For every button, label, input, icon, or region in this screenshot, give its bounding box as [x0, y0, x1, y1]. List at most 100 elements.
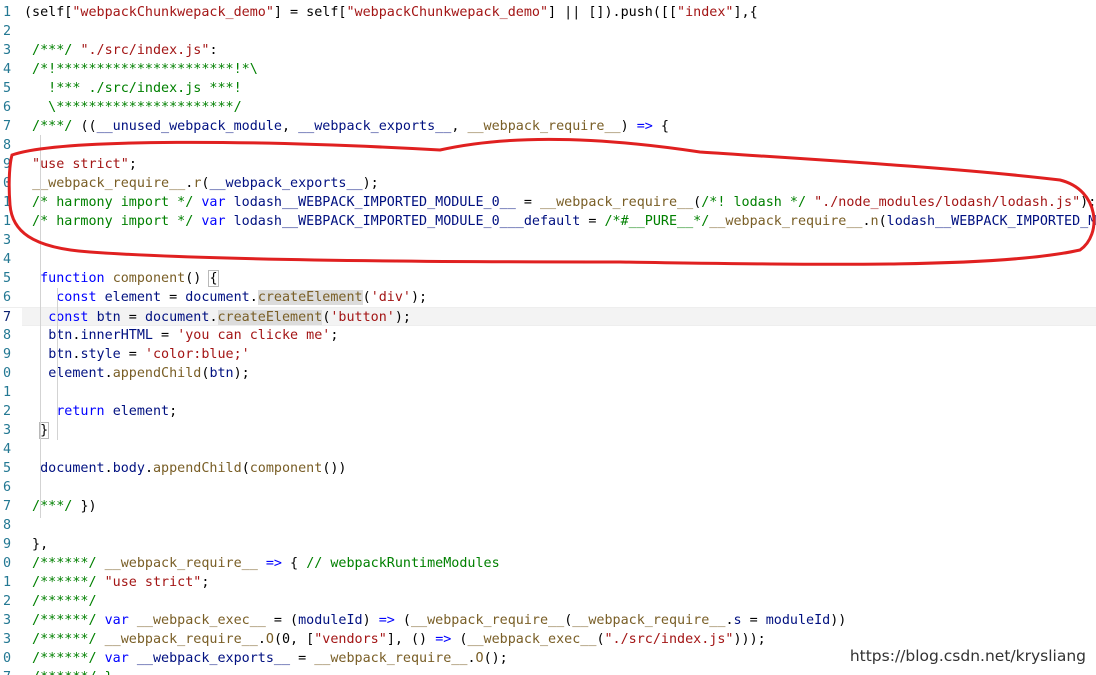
line-number: 6	[0, 288, 22, 307]
code-line[interactable]: 4	[0, 250, 1096, 269]
line-number: 7	[0, 308, 22, 327]
code-token: =>	[265, 556, 282, 571]
line-number: 2	[0, 592, 22, 611]
code-text: __webpack_require__.r(__webpack_exports_…	[24, 174, 379, 193]
code-token: .	[862, 214, 871, 229]
line-number: 5	[0, 79, 22, 98]
code-token: s	[733, 613, 742, 628]
line-number: 4	[0, 250, 22, 269]
code-line[interactable]: 0 __webpack_require__.r(__webpack_export…	[0, 174, 1096, 193]
line-number: 7	[0, 117, 22, 136]
code-token: )	[362, 613, 379, 628]
code-token: (	[362, 290, 371, 305]
code-line[interactable]: 5 document.body.appendChild(component())	[0, 459, 1096, 478]
code-token: var	[201, 195, 226, 210]
code-text: /* harmony import */ var lodash__WEBPACK…	[24, 212, 1096, 231]
code-line[interactable]: 7 /******/ }	[0, 668, 1096, 675]
code-token: 'button'	[330, 310, 395, 325]
code-text: /***/ ((__unused_webpack_module, __webpa…	[24, 117, 669, 136]
code-line[interactable]: 3 }	[0, 421, 1096, 440]
code-line[interactable]: 6	[0, 478, 1096, 497]
code-line[interactable]: 0 element.appendChild(btn);	[0, 364, 1096, 383]
code-token: .	[104, 366, 113, 381]
code-text: /******/ var __webpack_exec__ = (moduleI…	[24, 611, 846, 630]
code-line[interactable]: 4	[0, 440, 1096, 459]
code-line[interactable]: 1 /******/ "use strict";	[0, 573, 1096, 592]
code-token: (	[596, 632, 605, 647]
code-line[interactable]: 7 /***/ })	[0, 497, 1096, 516]
code-token: __webpack_require__	[411, 613, 565, 628]
line-number: 3	[0, 421, 22, 440]
code-text: /******/ "use strict";	[24, 573, 209, 592]
code-token: btn	[96, 310, 121, 325]
code-line[interactable]: 7 /***/ ((__unused_webpack_module, __web…	[0, 117, 1096, 136]
code-line[interactable]: 3 /******/ var __webpack_exec__ = (modul…	[0, 611, 1096, 630]
code-token: "./node_modules/lodash/lodash.js"	[814, 195, 1081, 210]
code-line[interactable]: 2	[0, 22, 1096, 41]
code-token: )	[620, 119, 637, 134]
line-number: 2	[0, 402, 22, 421]
code-line[interactable]: 9 btn.style = 'color:blue;'	[0, 345, 1096, 364]
line-number: 3	[0, 41, 22, 60]
code-line[interactable]: 9 },	[0, 535, 1096, 554]
code-line[interactable]: 2 return element;	[0, 402, 1096, 421]
code-line[interactable]: 3 /***/ "./src/index.js":	[0, 41, 1096, 60]
code-token: "vendors"	[314, 632, 387, 647]
code-text: const element = document.createElement('…	[24, 288, 427, 307]
line-number: 3	[0, 231, 22, 250]
code-line[interactable]: 7 const btn = document.createElement('bu…	[0, 307, 1096, 327]
code-token: element	[112, 404, 170, 419]
code-line[interactable]: 1 /* harmony import */ var lodash__WEBPA…	[0, 212, 1096, 231]
code-token: =	[120, 310, 145, 325]
code-token: "./src/index.js"	[80, 43, 210, 58]
code-line[interactable]: 8	[0, 136, 1096, 155]
code-token: style	[80, 347, 121, 362]
code-token: var	[201, 214, 226, 229]
code-line[interactable]: 2 /******/	[0, 592, 1096, 611]
code-text: !*** ./src/index.js ***!	[24, 79, 242, 98]
code-token: __webpack_exec__	[136, 613, 266, 628]
code-line[interactable]: 6 const element = document.createElement…	[0, 288, 1096, 307]
line-number: 6	[0, 478, 22, 497]
code-token: __webpack_require__	[32, 176, 186, 191]
code-token: })	[80, 499, 97, 514]
code-text: /******/ __webpack_require__ => { // web…	[24, 554, 500, 573]
code-token: createElement	[217, 310, 323, 325]
code-text: document.body.appendChild(component())	[24, 459, 346, 478]
code-line[interactable]: 1 (self["webpackChunkwepack_demo"] = self…	[0, 3, 1096, 22]
code-line[interactable]: 5 !*** ./src/index.js ***!	[0, 79, 1096, 98]
code-line[interactable]: 1	[0, 383, 1096, 402]
code-token: .	[104, 461, 113, 476]
code-line[interactable]: 8	[0, 516, 1096, 535]
code-line[interactable]: 6 \**********************/	[0, 98, 1096, 117]
code-token: O	[475, 651, 484, 666]
code-line[interactable]: 4 /*!**********************!*\	[0, 60, 1096, 79]
code-token: }	[39, 422, 50, 439]
code-line[interactable]: 9 "use strict";	[0, 155, 1096, 174]
code-token: (	[394, 613, 411, 628]
code-token: "webpackChunkwepack_demo"	[346, 5, 549, 20]
line-number: 1	[0, 212, 22, 231]
code-token: /***/	[24, 43, 81, 58]
code-token: 'you can clicke me'	[177, 328, 331, 343]
code-line[interactable]: 8 btn.innerHTML = 'you can clicke me';	[0, 326, 1096, 345]
code-token: body	[112, 461, 145, 476]
code-token: const	[56, 290, 97, 305]
code-token: /******/	[24, 613, 105, 628]
code-line[interactable]: 0 /******/ __webpack_require__ => { // w…	[0, 554, 1096, 573]
code-editor[interactable]: 1 (self["webpackChunkwepack_demo"] = self…	[0, 0, 1096, 675]
code-token: (self[	[24, 5, 73, 20]
code-line[interactable]: 1 /* harmony import */ var lodash__WEBPA…	[0, 193, 1096, 212]
code-token: )));	[733, 632, 766, 647]
code-line[interactable]: 3	[0, 231, 1096, 250]
code-line[interactable]: 5 function component() {	[0, 269, 1096, 288]
code-token: .	[209, 310, 218, 325]
watermark-url: https://blog.csdn.net/krysliang	[847, 647, 1088, 665]
